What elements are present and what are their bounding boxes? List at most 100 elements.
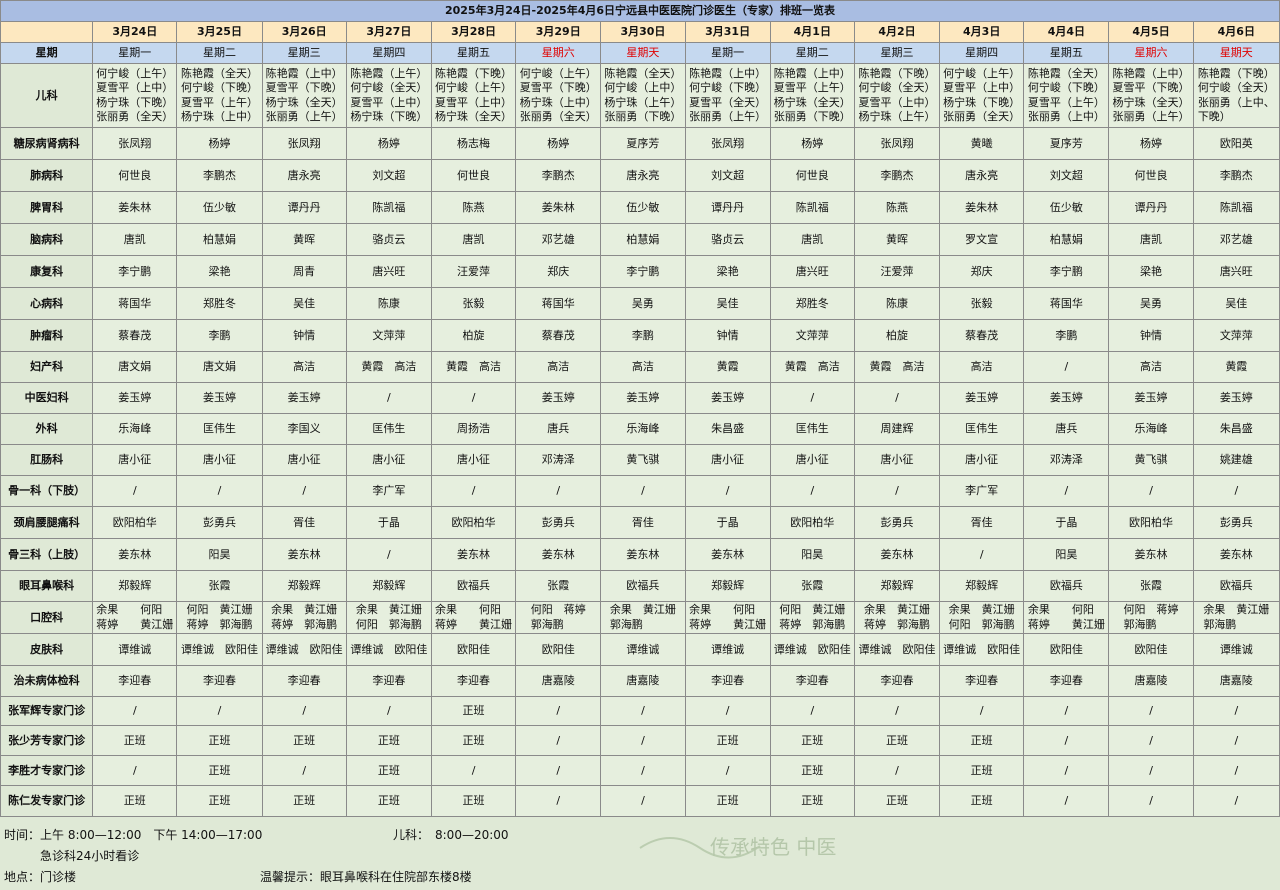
schedule-cell-line: 张丽勇（全天） (943, 110, 1021, 123)
schedule-cell-line: 杨宁珠（全天） (1112, 95, 1190, 109)
schedule-cell: 余果 何阳 蒋婷 黄江姗 (92, 601, 178, 634)
schedule-cell: / (345, 696, 432, 726)
schedule-cell: / (92, 755, 178, 786)
schedule-cell-text: 正班 (208, 763, 231, 777)
schedule-cell: 正班 (684, 725, 771, 756)
schedule-cell-line: 杨宁珠（全天） (773, 95, 851, 109)
schedule-cell: 于晶 (1023, 506, 1110, 539)
schedule-cell-text: / (1064, 360, 1069, 373)
schedule-cell-text: / (895, 484, 899, 497)
schedule-cell: 罗文宣 (939, 223, 1025, 256)
schedule-cell: 正班 (769, 755, 855, 786)
schedule-cell-line: 何阳 蒋婷 (530, 603, 586, 616)
schedule-cell: / (176, 696, 263, 726)
schedule-cell: 正班 (939, 755, 1025, 786)
schedule-cell-text: 黄曦 (970, 136, 993, 150)
schedule-cell-text: 姜东林 (457, 547, 491, 561)
schedule-cell: 于晶 (345, 506, 432, 539)
schedule-cell-text: 罗文宣 (965, 232, 999, 246)
schedule-cell-line: 何宁峻（全天） (1197, 81, 1275, 94)
schedule-cell: 陈艳霞（下晚） 何宁峻（上午） 夏雪平（上中） 杨宁珠（全天） (430, 63, 517, 128)
schedule-cell-text: 唐凯 (1140, 232, 1163, 246)
schedule-cell: 郑胜冬 (769, 287, 855, 320)
schedule-cell: 唐凯 (769, 223, 855, 256)
schedule-cell: 正班 (345, 755, 432, 786)
schedule-cell: 阳昊 (1023, 538, 1110, 571)
schedule-cell-text: 郑毅辉 (287, 579, 321, 592)
schedule-cell: 欧阳佳 (430, 633, 517, 666)
table-row: 张少芳专家门诊 正班 正班 正班 正班 正班 / / 正班 正班 正班 正班 / / / (0, 725, 1280, 756)
schedule-cell-text: 黄晖 (885, 232, 908, 246)
schedule-cell-text: 唐凯 (462, 232, 485, 246)
schedule-cell: 黄晖 (853, 223, 941, 256)
schedule-cell: / (1023, 755, 1110, 786)
schedule-cell-text: 张霞 (801, 579, 824, 592)
schedule-cell: 余果 何阳 蒋婷 黄江姗 (1023, 601, 1110, 634)
date-header-7: 3月31日 (684, 21, 771, 43)
schedule-cell-text: 郑毅辉 (965, 579, 999, 592)
schedule-cell-text: / (471, 484, 476, 497)
schedule-cell: 郑毅辉 (853, 570, 941, 602)
schedule-cell: 正班 (176, 785, 263, 817)
table-row: 骨三科（上肢） 姜东林 阳昊 姜东林 / 姜东林 姜东林 姜东林 姜东林 阳昊 姜东林 / 阳昊 姜东林 姜… (0, 538, 1280, 571)
schedule-cell: 何世良 (430, 159, 517, 192)
schedule-cell: 阳昊 (769, 538, 855, 571)
schedule-cell-line: 蒋婷 郭海鹏 (779, 617, 846, 631)
table-row: 外科 乐海峰 匡伟生 李国义 匡伟生 周扬浩 唐兵 乐海峰 朱昌盛 匡伟生 周建辉 匡伟生 唐兵 乐海峰 朱… (0, 413, 1280, 445)
schedule-cell: / (939, 538, 1025, 571)
schedule-cell: 李迎春 (176, 665, 263, 697)
schedule-cell-text: 正班 (208, 733, 231, 747)
schedule-cell-text: 蒋国华 (118, 296, 152, 310)
schedule-cell-line: 夏雪平（上中） (435, 95, 513, 109)
schedule-cell: 郑毅辉 (92, 570, 178, 602)
schedule-cell: / (515, 475, 602, 507)
schedule-cell: 正班 (853, 785, 941, 817)
schedule-cell: 刘文超 (345, 159, 432, 192)
schedule-cell-text: / (556, 733, 561, 747)
schedule-cell: 何世良 (1108, 159, 1194, 192)
schedule-cell: 张凤翔 (684, 127, 771, 160)
schedule-cell-text: 姜玉婷 (965, 391, 999, 404)
schedule-cell: 李广军 (345, 475, 432, 507)
schedule-cell: 陈艳霞（下晚） 何宁峻（全天） 张丽勇（上中、 下晚） (1192, 63, 1280, 128)
schedule-cell-text: 陈凯福 (372, 200, 406, 214)
schedule-cell-text: 杨婷 (208, 136, 231, 150)
schedule-cell: 唐兴旺 (769, 255, 855, 288)
date-corner (0, 21, 94, 43)
schedule-cell-text: 唐兴旺 (1219, 264, 1253, 278)
schedule-cell-text: / (641, 763, 645, 777)
schedule-cell-text: 匡伟生 (372, 422, 406, 435)
schedule-cell: 周扬浩 (430, 413, 517, 445)
schedule-cell: 陈艳霞（上中） 夏雪平（上午） 杨宁珠（全天） 张丽勇（下晚） (769, 63, 855, 128)
schedule-cell: 正班 (430, 785, 517, 817)
schedule-cell-text: 胥佳 (970, 515, 993, 529)
schedule-cell: 谭维诚 欧阳佳 (261, 633, 347, 666)
schedule-cell: 邓艺雄 (515, 223, 602, 256)
schedule-cell-text: 梁艳 (1140, 264, 1163, 278)
schedule-cell: 正班 (345, 725, 432, 756)
schedule-cell-line: 张丽勇（下晚） (604, 110, 682, 123)
department-name: 肛肠科 (0, 444, 94, 476)
schedule-cell-text: 谭维诚 (1219, 642, 1253, 656)
table-row: 肛肠科 唐小征 唐小征 唐小征 唐小征 唐小征 邓涛泽 黄飞骐 唐小征 唐小征 唐小征 唐小征 邓涛泽 黄… (0, 444, 1280, 476)
schedule-cell-text: 姜玉婷 (1049, 391, 1083, 404)
schedule-cell-text: 于晶 (1055, 515, 1078, 529)
date-header-11: 4月4日 (1023, 21, 1110, 43)
schedule-cell-line: 余果 黄江姗 (863, 603, 930, 616)
schedule-cell-text: 谭维诚 欧阳佳 (943, 642, 1021, 656)
schedule-cell: 余果 黄江姗 蒋婷 郭海鹏 (853, 601, 941, 634)
date-header-6: 3月30日 (600, 21, 686, 43)
schedule-cell-text: / (895, 391, 899, 404)
schedule-cell-text: 唐小征 (287, 453, 321, 466)
schedule-cell-text: 姜玉婷 (1219, 391, 1253, 404)
schedule-cell: 李迎春 (261, 665, 347, 697)
schedule-cell: 杨婷 (345, 127, 432, 160)
schedule-cell-text: 欧阳柏华 (790, 515, 835, 529)
department-name: 张军辉专家门诊 (0, 696, 94, 726)
schedule-cell: / (1108, 475, 1194, 507)
table-row: 脾胃科 姜朱林 伍少敏 谭丹丹 陈凯福 陈燕 姜朱林 伍少敏 谭丹丹 陈凯福 陈燕 姜朱林 伍少敏 谭丹丹… (0, 191, 1280, 224)
schedule-cell: 姚建雄 (1192, 444, 1280, 476)
table-row: 康复科 李宁鹏 梁艳 周青 唐兴旺 汪爱萍 郑庆 李宁鹏 梁艳 唐兴旺 汪爱萍 郑庆 李宁鹏 梁艳 唐兴旺 (0, 255, 1280, 288)
schedule-cell-text: 李宁鹏 (1049, 264, 1083, 278)
schedule-cell-text: / (895, 763, 899, 777)
